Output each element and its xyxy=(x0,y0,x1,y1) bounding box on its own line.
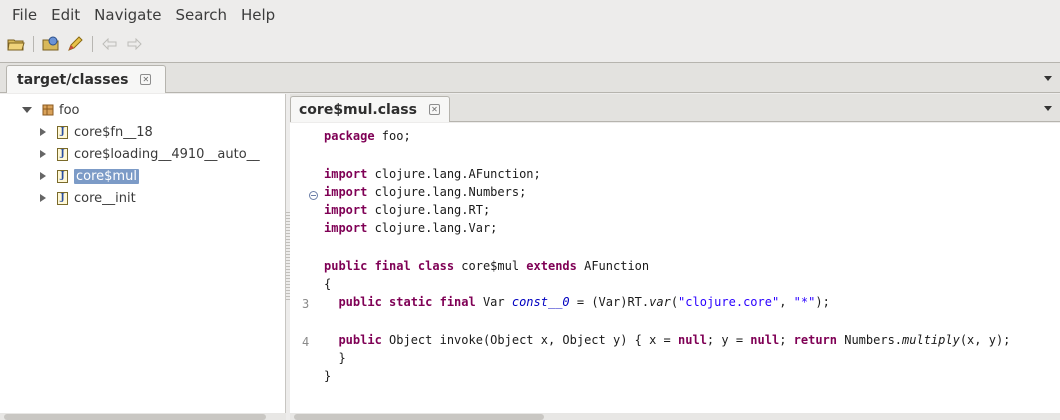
class-label: core$loading__4910__auto__ xyxy=(74,146,260,162)
class-file-icon: J xyxy=(57,191,68,205)
editor-horizontal-scrollbar[interactable] xyxy=(290,413,1060,420)
code-line: public Object invoke(Object x, Object y)… xyxy=(324,333,1011,347)
back-icon[interactable] xyxy=(100,34,120,54)
menu-navigate[interactable]: Navigate xyxy=(86,6,167,24)
code-line: package foo; xyxy=(324,129,411,143)
code-line: import clojure.lang.AFunction; xyxy=(324,167,541,181)
scrollbar-thumb[interactable] xyxy=(294,414,544,420)
code-line: import clojure.lang.Numbers; xyxy=(324,185,527,199)
code-line: { xyxy=(324,277,332,291)
tab-target-classes[interactable]: target/classes ✕ xyxy=(6,65,166,93)
open-type-icon[interactable] xyxy=(41,34,61,54)
class-file-icon: J xyxy=(57,147,68,161)
code-line: } xyxy=(324,351,346,365)
tree-node-class[interactable]: J core$loading__4910__auto__ xyxy=(40,144,260,164)
package-label: foo xyxy=(59,102,80,118)
menu-help[interactable]: Help xyxy=(233,6,281,24)
menu-edit[interactable]: Edit xyxy=(43,6,86,24)
collapse-icon[interactable] xyxy=(40,194,46,202)
package-icon xyxy=(42,104,54,116)
editor-tab-label: core$mul.class xyxy=(299,101,417,118)
tree-node-class[interactable]: J core__init xyxy=(40,188,136,208)
toolbar xyxy=(0,30,1060,58)
class-label: core$fn__18 xyxy=(74,124,153,140)
close-icon[interactable]: ✕ xyxy=(140,74,152,85)
view-menu-icon[interactable] xyxy=(1044,106,1052,111)
editor-tabbar: core$mul.class ✕ xyxy=(290,94,1060,122)
collapse-icon[interactable] xyxy=(40,150,46,158)
class-file-icon: J xyxy=(57,125,68,139)
class-file-icon: J xyxy=(57,169,68,183)
menu-file[interactable]: File xyxy=(4,6,43,24)
toolbar-separator xyxy=(33,36,34,52)
tab-core-mul-class[interactable]: core$mul.class ✕ xyxy=(290,96,450,122)
expand-icon[interactable] xyxy=(22,107,32,113)
package-explorer: target/classes ✕ foo J core$fn__18 J cor… xyxy=(0,62,1060,420)
tree-node-foo[interactable]: foo xyxy=(22,100,79,120)
class-label: core__init xyxy=(74,190,136,206)
tree-node-class-selected[interactable]: J core$mul xyxy=(40,166,139,186)
code-line: } xyxy=(324,369,332,383)
line-number: 3 xyxy=(302,297,310,311)
close-icon[interactable]: ✕ xyxy=(428,104,440,115)
open-folder-icon[interactable] xyxy=(6,34,26,54)
line-number: 4 xyxy=(302,335,310,349)
toolbar-separator xyxy=(92,36,93,52)
code-line: public static final Var const__0 = (Var)… xyxy=(324,295,830,309)
explorer-tab-label: target/classes xyxy=(17,71,129,88)
menu-search[interactable]: Search xyxy=(167,6,233,24)
collapse-icon[interactable] xyxy=(40,172,46,180)
tree-node-class[interactable]: J core$fn__18 xyxy=(40,122,153,142)
pencil-icon[interactable] xyxy=(65,34,85,54)
class-file-editor: core$mul.class ✕ package foo; import clo… xyxy=(290,94,1060,420)
forward-icon[interactable] xyxy=(124,34,144,54)
code-editor[interactable]: package foo; import clojure.lang.AFuncti… xyxy=(290,123,1060,413)
code-line: import clojure.lang.RT; xyxy=(324,203,491,217)
class-label: core$mul xyxy=(74,168,139,184)
code-line: public final class core$mul extends AFun… xyxy=(324,259,650,273)
view-menu-icon[interactable] xyxy=(1044,76,1052,81)
explorer-tabbar: target/classes ✕ xyxy=(0,63,1060,93)
class-tree: foo J core$fn__18 J core$loading__4910__… xyxy=(0,94,286,420)
code-line: import clojure.lang.Var; xyxy=(324,221,498,235)
collapse-fold-icon[interactable] xyxy=(309,191,318,200)
scrollbar-thumb[interactable] xyxy=(4,414,266,420)
line-gutter xyxy=(290,123,320,413)
collapse-icon[interactable] xyxy=(40,128,46,136)
tree-horizontal-scrollbar[interactable] xyxy=(0,413,286,420)
menubar: File Edit Navigate Search Help xyxy=(0,0,1060,30)
